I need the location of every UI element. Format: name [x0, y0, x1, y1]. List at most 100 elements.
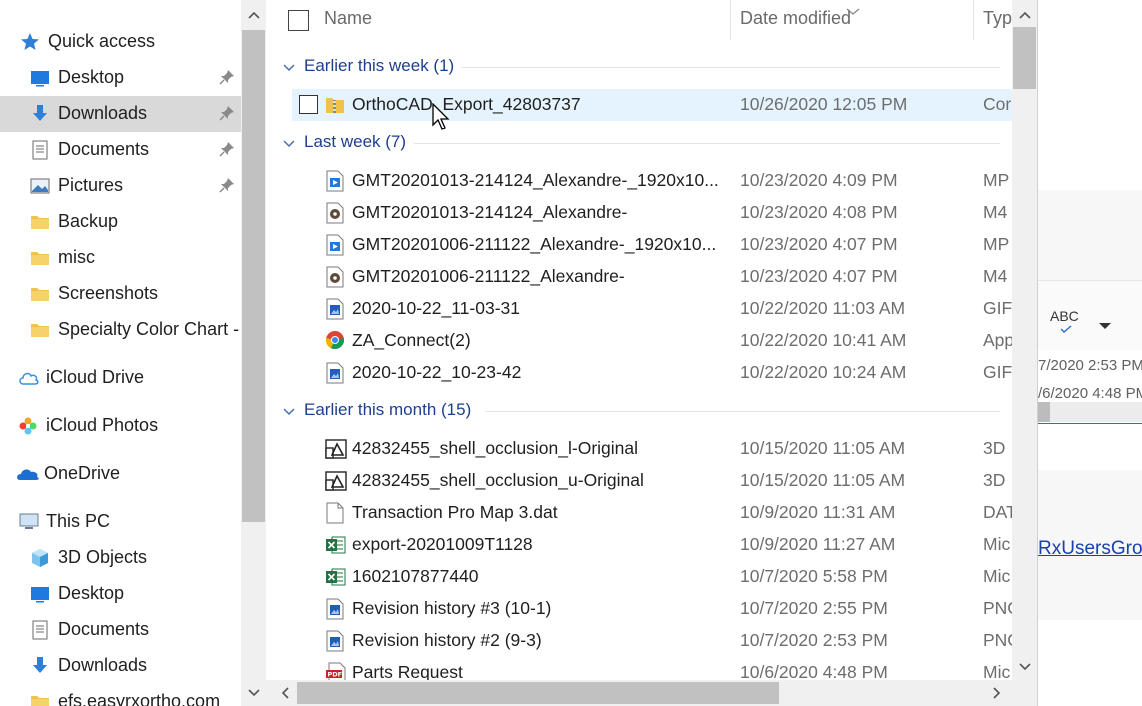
nav-item-documents[interactable]: Documents — [0, 132, 241, 168]
nav-item-desktop[interactable]: Desktop — [0, 576, 241, 612]
nav-item-documents[interactable]: Documents — [0, 612, 241, 648]
nav-item-label: Specialty Color Chart - — [58, 319, 240, 339]
file-name: 2020-10-22_11-03-31 — [352, 298, 521, 318]
bg-date-2: /6/2020 4:48 PM — [1038, 385, 1142, 402]
file-row[interactable]: 1602107877440 10/7/2020 5:58 PM Mic — [292, 561, 1012, 593]
onedrive-icon — [16, 464, 39, 484]
nav-item-downloads[interactable]: Downloads — [0, 96, 241, 132]
group-divider — [414, 143, 1000, 144]
pin-icon[interactable] — [219, 141, 237, 159]
dropdown-arrow-icon[interactable] — [1098, 315, 1112, 335]
desktop-icon — [30, 68, 50, 88]
file-type: MP — [983, 234, 1010, 254]
nav-item-icloud-photos[interactable]: iCloud Photos — [0, 408, 241, 444]
nav-item-downloads[interactable]: Downloads — [0, 648, 241, 684]
nav-item-pictures[interactable]: Pictures — [0, 168, 241, 204]
video-file-icon — [325, 234, 345, 256]
chevron-down-icon[interactable] — [282, 404, 296, 418]
nav-item-this-pc[interactable]: This PC — [0, 504, 241, 540]
documents-icon — [30, 620, 50, 640]
file-type: PNG — [983, 598, 1012, 618]
pin-icon[interactable] — [219, 69, 237, 87]
file-row[interactable]: GMT20201013-214124_Alexandre-_1920x10...… — [292, 165, 1012, 197]
download-icon — [30, 656, 50, 676]
video-file-icon — [325, 170, 345, 192]
file-row[interactable]: OrthoCAD_Export_42803737 10/26/2020 12:05… — [292, 89, 1012, 121]
nav-item-label: Desktop — [58, 583, 125, 603]
file-row[interactable]: GMT20201013-214124_Alexandre- 10/23/2020 … — [292, 197, 1012, 229]
folder-icon — [30, 212, 50, 232]
scroll-left-icon[interactable] — [274, 682, 296, 704]
vertical-scrollbar-thumb[interactable] — [1013, 27, 1036, 89]
file-row[interactable]: PDF Parts Request 10/6/2020 4:48 PM Mic — [292, 657, 1012, 680]
nav-item-desktop[interactable]: Desktop — [0, 60, 241, 96]
chevron-down-icon[interactable] — [282, 60, 296, 74]
download-icon — [30, 104, 50, 124]
scroll-right-icon[interactable] — [986, 682, 1008, 704]
column-header-type[interactable]: Typ — [983, 8, 1012, 29]
mouse-cursor-icon — [432, 102, 452, 136]
file-row[interactable]: Transaction Pro Map 3.dat 10/9/2020 11:31… — [292, 497, 1012, 529]
nav-item-onedrive[interactable]: OneDrive — [0, 456, 241, 492]
scroll-up-icon[interactable] — [1012, 4, 1037, 26]
file-row[interactable]: 2020-10-22_11-03-31 10/22/2020 11:03 AM GI… — [292, 293, 1012, 325]
pin-icon[interactable] — [219, 105, 237, 123]
nav-item-label: Quick access — [48, 31, 156, 51]
nav-scroll-up-icon[interactable] — [241, 4, 266, 26]
star-icon — [20, 32, 40, 52]
pc-icon — [18, 512, 39, 532]
file-date: 10/22/2020 10:24 AM — [740, 362, 907, 382]
file-type: GIF — [983, 298, 1012, 318]
row-checkbox[interactable] — [299, 95, 318, 114]
select-all-checkbox[interactable] — [288, 10, 309, 31]
file-row[interactable]: 2020-10-22_10-23-42 10/22/2020 10:24 AM GI… — [292, 357, 1012, 389]
chevron-down-icon[interactable] — [282, 136, 296, 150]
nav-scroll-down-icon[interactable] — [241, 682, 266, 704]
file-row[interactable]: Revision history #3 (10-1) 10/7/2020 2:55… — [292, 593, 1012, 625]
file-name: Revision history #2 (9-3) — [352, 630, 542, 650]
scroll-down-icon[interactable] — [1012, 656, 1037, 678]
vertical-scrollbar[interactable] — [1012, 0, 1037, 680]
nav-item-label: OneDrive — [44, 463, 121, 483]
rx-users-link[interactable]: RxUsersGro — [1038, 538, 1142, 560]
file-type: Mic — [983, 662, 1011, 680]
nav-item-label: Desktop — [58, 67, 125, 87]
group-header[interactable]: Earlier this month (15) — [266, 398, 1012, 428]
file-row[interactable]: ZA_Connect(2) 10/22/2020 10:41 AM App — [292, 325, 1012, 357]
column-divider[interactable] — [973, 0, 974, 40]
file-row[interactable]: export-20201009T1128 10/9/2020 11:27 AM Mi… — [292, 529, 1012, 561]
spellcheck-check-icon — [1060, 318, 1072, 338]
column-header-date[interactable]: Date modified — [740, 8, 851, 29]
group-label: Last week (7) — [304, 132, 407, 151]
nav-item-backup[interactable]: Backup — [0, 204, 241, 240]
column-divider[interactable] — [730, 0, 731, 40]
excel-file-icon — [325, 566, 346, 588]
group-header[interactable]: Earlier this week (1) — [266, 54, 1012, 84]
nav-item-efs-easyrxortho-com[interactable]: efs.easyrxortho.com — [0, 684, 241, 706]
nav-item-quick-access[interactable]: Quick access — [0, 24, 241, 60]
pictures-icon — [30, 176, 50, 196]
pin-icon[interactable] — [219, 177, 237, 195]
file-date: 10/23/2020 4:07 PM — [740, 234, 898, 254]
background-window: ABC 7/2020 2:53 PM /6/2020 4:48 PM RxUse… — [1037, 0, 1142, 706]
file-row[interactable]: 42832455_shell_occlusion_l-Original 10/15… — [292, 433, 1012, 465]
column-header-name[interactable]: Name — [324, 8, 372, 29]
folder-icon — [30, 284, 50, 304]
file-row[interactable]: Revision history #2 (9-3) 10/7/2020 2:53 … — [292, 625, 1012, 657]
file-row[interactable]: GMT20201006-211122_Alexandre-_1920x10...… — [292, 229, 1012, 261]
nav-item-screenshots[interactable]: Screenshots — [0, 276, 241, 312]
nav-item-misc[interactable]: misc — [0, 240, 241, 276]
file-name: Revision history #3 (10-1) — [352, 598, 552, 618]
group-header[interactable]: Last week (7) — [266, 130, 1012, 160]
svg-text:PDF: PDF — [328, 671, 343, 679]
file-row[interactable]: GMT20201006-211122_Alexandre- 10/23/2020 … — [292, 261, 1012, 293]
nav-scrollbar-thumb[interactable] — [242, 30, 265, 522]
nav-item-label: Backup — [58, 211, 119, 231]
file-name: 42832455_shell_occlusion_u-Original — [352, 470, 644, 490]
file-row[interactable]: 42832455_shell_occlusion_u-Original 10/15… — [292, 465, 1012, 497]
nav-item-specialty-color-chart[interactable]: Specialty Color Chart - — [0, 312, 241, 348]
folder-icon — [30, 320, 50, 340]
nav-item-icloud-drive[interactable]: iCloud Drive — [0, 360, 241, 396]
nav-item-3d-objects[interactable]: 3D Objects — [0, 540, 241, 576]
horizontal-scrollbar-thumb[interactable] — [297, 682, 779, 704]
